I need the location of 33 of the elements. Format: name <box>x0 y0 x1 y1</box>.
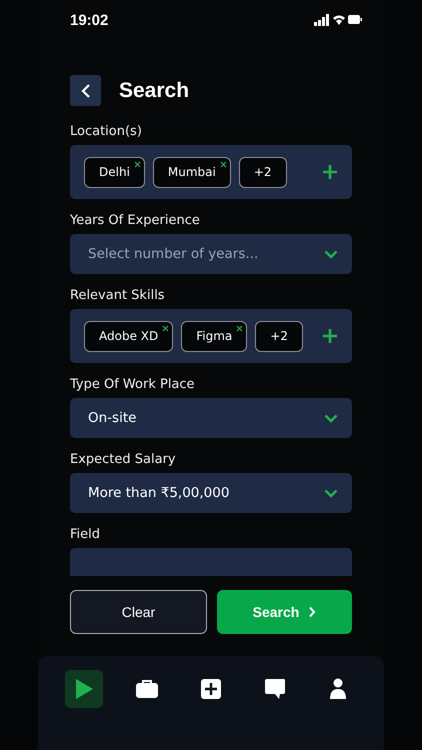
close-icon[interactable] <box>134 160 141 168</box>
field-label: Years Of Experience <box>70 213 201 228</box>
clear-button[interactable]: Clear <box>70 590 207 634</box>
tag-field[interactable]: Adobe XD Figma +2 <box>70 309 352 363</box>
close-icon[interactable] <box>236 324 244 332</box>
chevron-down-icon <box>324 250 338 258</box>
chevron-down-icon <box>324 488 338 498</box>
field-label: Field <box>70 527 102 542</box>
chevron-right-icon <box>308 606 316 618</box>
tag-chip[interactable]: Figma <box>181 320 248 352</box>
dropdown-field[interactable]: On-site <box>70 398 352 438</box>
field-label: Location(s) <box>70 124 143 139</box>
input-field[interactable] <box>70 548 352 576</box>
dropdown-field[interactable]: More than ₹5,00,000 <box>70 473 352 513</box>
page-title: Search <box>119 78 190 102</box>
tag-chip[interactable]: Delhi <box>84 156 145 188</box>
tag-chip[interactable]: Mumbai <box>152 156 231 188</box>
status-time: 19:02 <box>70 12 108 28</box>
chevron-left-icon <box>80 82 90 98</box>
field-label: Type Of Work Place <box>70 377 196 392</box>
field-label: Expected Salary <box>70 452 177 467</box>
tag-chip[interactable]: +2 <box>238 156 287 188</box>
field-label: Relevant Skills <box>70 288 166 303</box>
play-icon[interactable] <box>64 670 103 708</box>
tag-chip[interactable]: +2 <box>255 320 303 352</box>
tag-field[interactable]: Delhi Mumbai +2 <box>70 145 352 199</box>
close-icon[interactable] <box>220 160 227 168</box>
back-button[interactable] <box>70 75 101 106</box>
dropdown-field[interactable]: Select number of years... <box>70 234 352 274</box>
status-icons <box>314 14 362 26</box>
close-icon[interactable] <box>162 324 170 332</box>
chevron-down-icon <box>324 414 338 422</box>
tag-chip[interactable]: Adobe XD <box>84 320 174 352</box>
